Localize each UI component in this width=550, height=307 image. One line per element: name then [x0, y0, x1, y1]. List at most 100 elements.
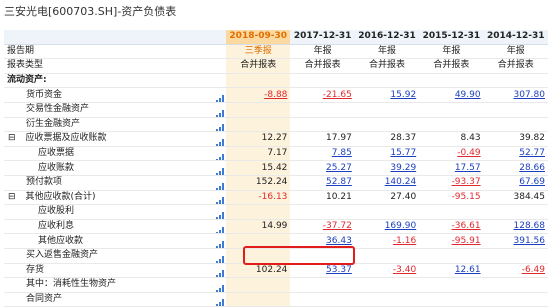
cell — [483, 292, 548, 307]
cell[interactable]: -37.72 — [290, 219, 355, 235]
cell[interactable]: 28.66 — [483, 160, 548, 176]
cell — [419, 117, 484, 133]
cell[interactable]: -6.49 — [483, 263, 548, 279]
chart-icon[interactable] — [208, 277, 227, 293]
cell — [354, 102, 420, 118]
cell: 102.24 — [226, 263, 291, 279]
chart-icon[interactable] — [208, 117, 227, 133]
chart-icon[interactable] — [208, 131, 227, 147]
row-label-text: 存货 — [26, 264, 45, 275]
row-label: 应收股利 — [4, 204, 209, 220]
table-header-row: 2018-09-30 2017-12-31 2016-12-31 2015-12… — [4, 30, 548, 45]
chart-icon[interactable] — [208, 160, 227, 176]
chart-icon[interactable] — [208, 263, 227, 279]
column-header-2018-09-30[interactable]: 2018-09-30 — [226, 30, 291, 45]
cell[interactable]: -8.88 — [226, 87, 291, 103]
chart-icon[interactable] — [208, 102, 227, 118]
cell[interactable]: -36.61 — [419, 219, 484, 235]
table-row: 应收利息 14.99 -37.72 169.90 -36.61 128.68 — [4, 219, 548, 235]
cell — [354, 277, 420, 293]
column-header-2014-12-31[interactable]: 2014-12-31 — [483, 30, 548, 45]
cell[interactable]: 39.29 — [354, 160, 420, 176]
cell: 17.97 — [290, 131, 355, 147]
chart-icon[interactable] — [208, 248, 227, 264]
cell — [419, 277, 484, 293]
column-header-2017-12-31[interactable]: 2017-12-31 — [290, 30, 355, 45]
cell: 年报 — [483, 44, 548, 60]
cell[interactable]: 17.57 — [419, 160, 484, 176]
cell: 合并报表 — [419, 58, 484, 74]
cell: 10.21 — [290, 190, 355, 206]
cell[interactable]: 307.80 — [483, 87, 548, 103]
cell[interactable]: 67.69 — [483, 175, 548, 191]
cell[interactable]: 49.90 — [419, 87, 484, 103]
cell: 152.24 — [226, 175, 291, 191]
chart-icon[interactable] — [208, 146, 227, 162]
table-row: 其中：消耗性生物资产 — [4, 277, 548, 293]
row-label-text: 货币资金 — [26, 89, 63, 100]
row-label: 交易性金融资产 — [4, 102, 209, 118]
cell — [354, 204, 420, 220]
header-icon-cell — [208, 30, 227, 45]
row-icon-cell — [208, 44, 227, 60]
cell — [226, 204, 291, 220]
cell[interactable]: 12.61 — [419, 263, 484, 279]
cell: 合并报表 — [226, 58, 291, 74]
cell: 年报 — [354, 44, 420, 60]
row-label: 报表类型 — [4, 58, 209, 74]
cell — [290, 277, 355, 293]
collapse-toggle[interactable]: ⊟ — [8, 192, 16, 202]
collapse-toggle[interactable]: ⊟ — [8, 133, 16, 143]
chart-icon[interactable] — [208, 219, 227, 235]
cell: 39.82 — [483, 131, 548, 147]
header-label-cell — [4, 30, 209, 45]
chart-icon[interactable] — [208, 175, 227, 191]
cell[interactable]: -93.37 — [419, 175, 484, 191]
column-header-2015-12-31[interactable]: 2015-12-31 — [419, 30, 484, 45]
report-period-row: 报告期 三季报 年报 年报 年报 年报 — [4, 44, 548, 60]
row-label: 衍生金融资产 — [4, 117, 209, 133]
cell[interactable]: 15.92 — [354, 87, 420, 103]
row-label: ⊟ 其他应收款(合计) — [4, 190, 209, 206]
row-label-text: 应收利息 — [38, 221, 75, 232]
cell[interactable]: 15.77 — [354, 146, 420, 162]
row-label: 存货 — [4, 263, 209, 279]
cell[interactable]: 52.77 — [483, 146, 548, 162]
highlight-box — [243, 246, 355, 265]
cell[interactable]: -1.16 — [354, 233, 420, 249]
cell[interactable]: 140.24 — [354, 175, 420, 191]
report-type-row: 报表类型 合并报表 合并报表 合并报表 合并报表 合并报表 — [4, 58, 548, 74]
table-row: 存货 102.24 53.37 -3.40 12.61 -6.49 — [4, 263, 548, 279]
cell[interactable]: 7.85 — [290, 146, 355, 162]
cell[interactable]: 391.56 — [483, 233, 548, 249]
table-row: 合同资产 — [4, 292, 548, 307]
cell — [419, 204, 484, 220]
chart-icon[interactable] — [208, 190, 227, 206]
cell: 27.40 — [354, 190, 420, 206]
chart-icon[interactable] — [208, 204, 227, 220]
row-label: 货币资金 — [4, 87, 209, 103]
row-label: 应收账款 — [4, 160, 209, 176]
cell[interactable]: 53.37 — [290, 263, 355, 279]
cell[interactable]: 25.27 — [290, 160, 355, 176]
cell — [483, 117, 548, 133]
cell: 合并报表 — [354, 58, 420, 74]
chart-icon[interactable] — [208, 233, 227, 249]
cell[interactable]: -21.65 — [290, 87, 355, 103]
cell — [419, 248, 484, 264]
row-label: 预付款项 — [4, 175, 209, 191]
cell[interactable]: 52.87 — [290, 175, 355, 191]
chart-icon[interactable] — [208, 87, 227, 103]
cell — [354, 248, 420, 264]
chart-icon[interactable] — [208, 292, 227, 307]
cell — [226, 277, 291, 293]
cell[interactable]: -0.49 — [419, 146, 484, 162]
column-header-2016-12-31[interactable]: 2016-12-31 — [354, 30, 420, 45]
cell — [419, 292, 484, 307]
cell[interactable]: 128.68 — [483, 219, 548, 235]
cell[interactable]: -95.91 — [419, 233, 484, 249]
row-label: 合同资产 — [4, 292, 209, 307]
cell[interactable]: 169.90 — [354, 219, 420, 235]
cell: 合并报表 — [483, 58, 548, 74]
cell[interactable]: -3.40 — [354, 263, 420, 279]
